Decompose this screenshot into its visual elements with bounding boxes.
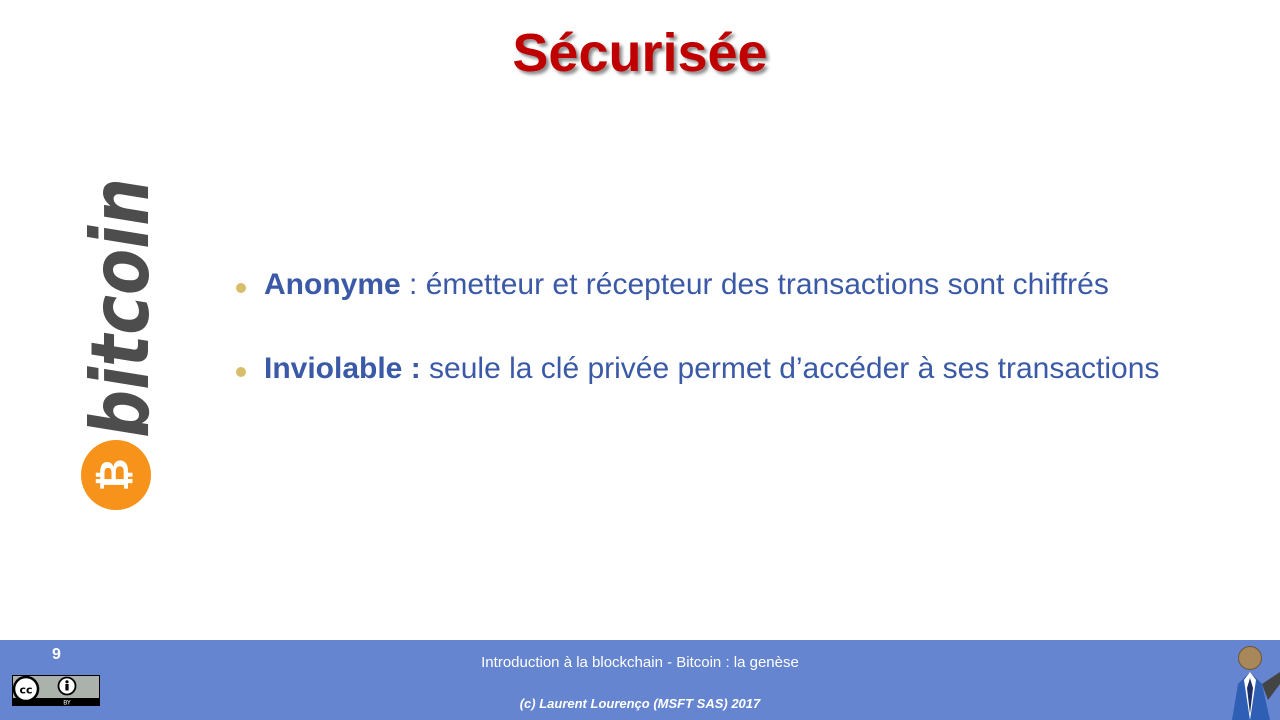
footer-title: Introduction à la blockchain - Bitcoin :… [481, 654, 799, 671]
bitcoin-symbol: ₿ [92, 459, 138, 492]
bitcoin-logo-icon: bitcoin ₿ [74, 178, 162, 510]
bullet-dot [236, 283, 246, 293]
bullet-keyword: Inviolable : [264, 352, 421, 385]
svg-text:BY: BY [63, 699, 71, 706]
svg-text:cc: cc [19, 684, 32, 697]
bullet-description: seule la clé privée permet d’accéder à s… [420, 352, 1160, 385]
bullet-keyword: Anonyme [264, 268, 401, 301]
slide-title: Sécurisée [512, 23, 768, 83]
bullet-text: Inviolable : seule la clé privée permet … [264, 352, 1159, 386]
footer-bar: 9 Introduction à la blockchain - Bitcoin… [0, 640, 1280, 720]
creative-commons-by-icon: cc BY [12, 675, 100, 706]
bullet-dot [236, 367, 246, 377]
bullet-description: : émetteur et récepteur des transactions… [400, 268, 1109, 301]
footer-copyright: (c) Laurent Lourenço (MSFT SAS) 2017 [519, 696, 761, 711]
bullet-text: Anonyme : émetteur et récepteur des tran… [264, 268, 1109, 302]
bitcoin-logo-text: bitcoin [74, 178, 162, 438]
presenter-avatar-icon [1232, 646, 1280, 720]
